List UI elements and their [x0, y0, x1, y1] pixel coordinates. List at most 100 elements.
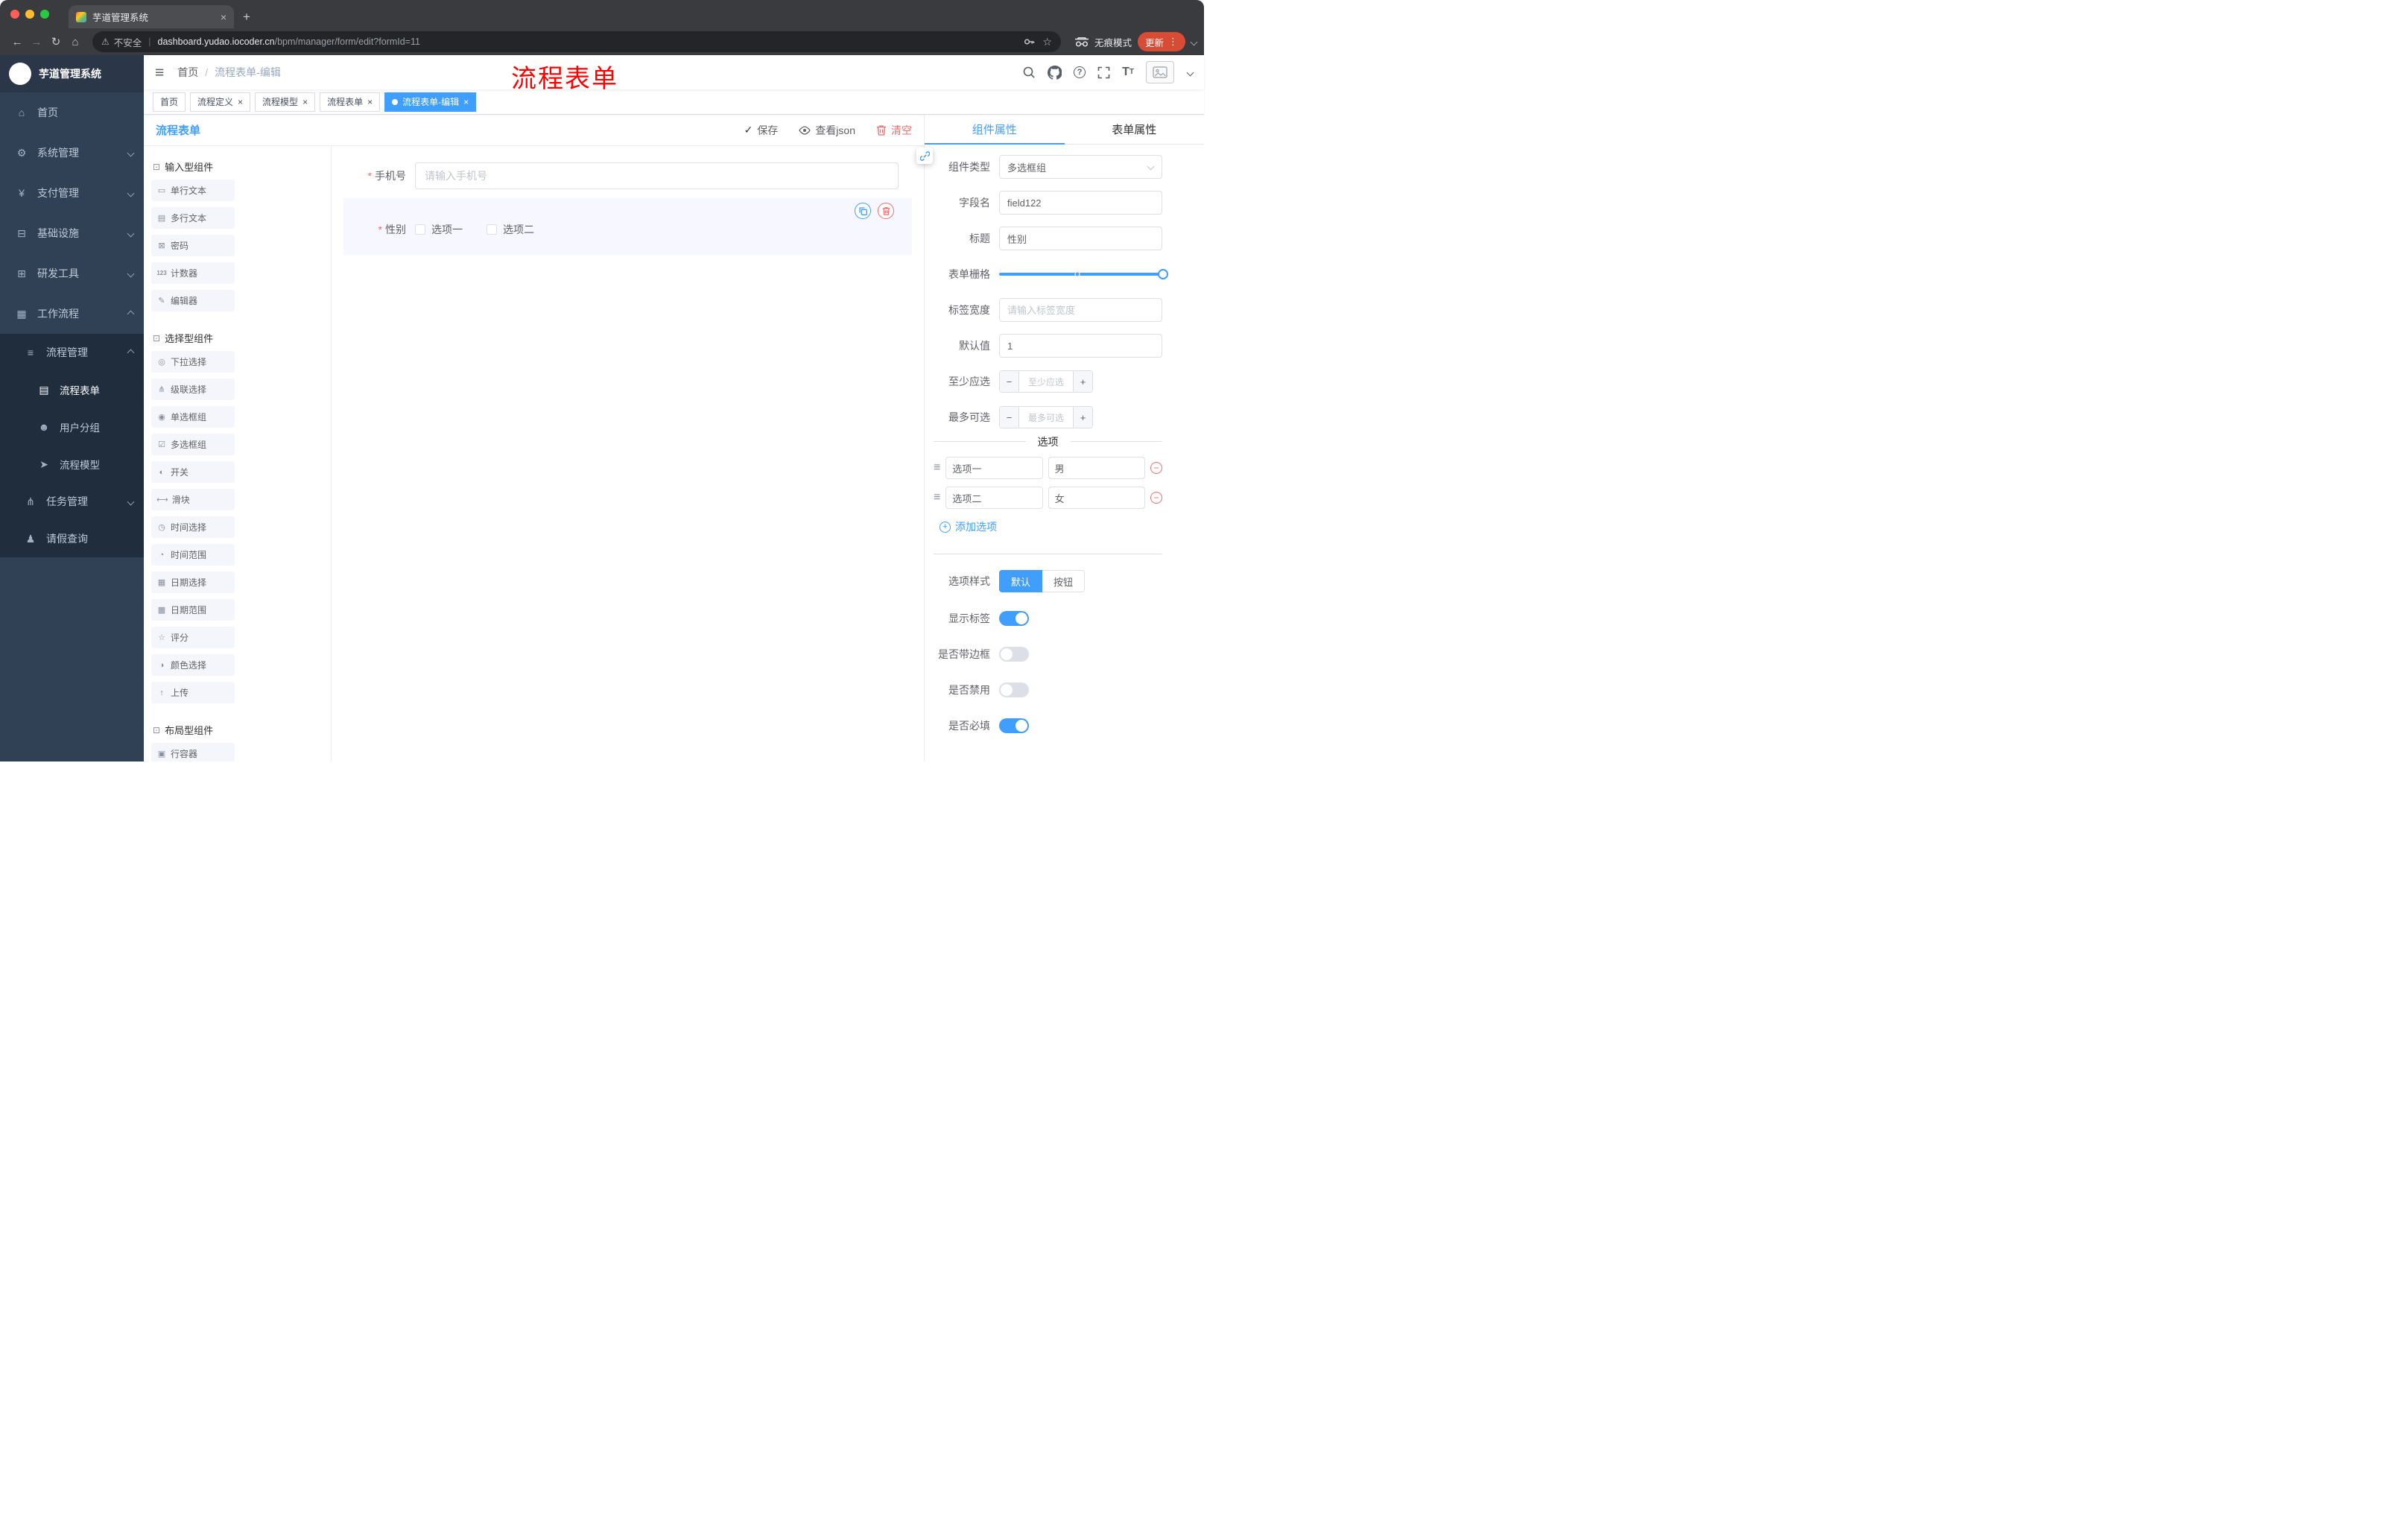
grid-slider[interactable] [999, 269, 1168, 279]
slider-handle[interactable] [1158, 269, 1168, 279]
component-type-select[interactable]: 多选框组 [999, 155, 1162, 179]
disabled-switch[interactable] [999, 683, 1029, 697]
add-option-button[interactable]: + 添加选项 [940, 519, 1162, 534]
tag-process-definition[interactable]: 流程定义 × [190, 92, 251, 112]
tag-process-model[interactable]: 流程模型 × [255, 92, 316, 112]
option-2-label-input[interactable] [945, 487, 1043, 509]
toolbar-chevron-icon[interactable] [1190, 38, 1198, 45]
palette-item-date-picker[interactable]: ▦ 日期选择 [151, 571, 235, 593]
checkbox-icon[interactable] [487, 224, 497, 235]
minimize-window-button[interactable] [25, 10, 34, 19]
view-json-button[interactable]: 查看json [799, 123, 855, 138]
sidebar-item-process-model[interactable]: ➤ 流程模型 [0, 446, 144, 483]
decrease-button[interactable]: − [1000, 371, 1019, 392]
palette-item-switch[interactable]: ◐ 开关 [151, 461, 235, 483]
sidebar-item-user-groups[interactable]: ☻ 用户分组 [0, 408, 144, 446]
sidebar-item-home[interactable]: ⌂ 首页 [0, 92, 144, 133]
back-button[interactable]: ← [7, 32, 27, 51]
tab-component-props[interactable]: 组件属性 [925, 115, 1065, 145]
gender-option-2[interactable]: 选项二 [487, 222, 534, 237]
sidebar-item-system-management[interactable]: ⚙ 系统管理 [0, 133, 144, 173]
tag-close-icon[interactable]: × [238, 98, 243, 107]
palette-item-editor[interactable]: ✎ 编辑器 [151, 290, 235, 311]
palette-item-rate[interactable]: ☆ 评分 [151, 627, 235, 648]
drag-handle-icon[interactable]: ≡ [934, 462, 940, 474]
close-window-button[interactable] [10, 10, 19, 19]
option-style-default-button[interactable]: 默认 [999, 570, 1043, 592]
palette-item-counter[interactable]: 123 计数器 [151, 262, 235, 284]
drag-handle-icon[interactable]: ≡ [934, 492, 940, 504]
browser-menu-icon[interactable]: ⋮ [1168, 36, 1178, 48]
browser-tab[interactable]: 芋道管理系统 × [69, 5, 234, 28]
option-1-value-input[interactable] [1048, 457, 1145, 479]
increase-button[interactable]: + [1073, 407, 1092, 428]
increase-button[interactable]: + [1073, 371, 1092, 392]
save-button[interactable]: ✓ 保存 [744, 123, 779, 138]
sidebar-item-leave-query[interactable]: ♟ 请假查询 [0, 520, 144, 557]
palette-item-cascader[interactable]: ⋔ 级联选择 [151, 379, 235, 400]
selected-gender-component[interactable]: 性别 选项一 选项二 [343, 198, 912, 255]
gender-field-row[interactable]: 性别 选项一 选项二 [343, 222, 899, 237]
tag-close-icon[interactable]: × [367, 98, 373, 107]
phone-input[interactable] [415, 162, 899, 189]
zoom-window-button[interactable] [40, 10, 49, 19]
address-bar[interactable]: ⚠ 不安全 | dashboard.yudao.iocoder.cn/bpm/m… [92, 31, 1061, 52]
default-value-input[interactable] [999, 334, 1162, 358]
fullscreen-icon[interactable] [1097, 66, 1110, 79]
show-label-switch[interactable] [999, 611, 1029, 626]
palette-item-row-container[interactable]: ▣ 行容器 [151, 743, 235, 762]
reload-button[interactable]: ↻ [46, 32, 66, 51]
decrease-button[interactable]: − [1000, 407, 1019, 428]
label-width-input[interactable] [999, 298, 1162, 322]
security-label[interactable]: 不安全 [114, 35, 142, 49]
remove-option-icon[interactable]: − [1150, 462, 1162, 474]
remove-option-icon[interactable]: − [1150, 492, 1162, 504]
palette-item-color-picker[interactable]: ◑ 颜色选择 [151, 654, 235, 676]
github-icon[interactable] [1048, 65, 1062, 80]
sidebar-logo[interactable]: 芋道管理系统 [0, 55, 144, 92]
update-browser-button[interactable]: 更新 ⋮ [1137, 32, 1185, 51]
option-1-label-input[interactable] [945, 457, 1043, 479]
checkbox-icon[interactable] [415, 224, 425, 235]
password-key-icon[interactable] [1023, 36, 1035, 48]
palette-item-multi-line-text[interactable]: ▤ 多行文本 [151, 207, 235, 229]
option-style-button-button[interactable]: 按钮 [1042, 570, 1086, 592]
option-2-value-input[interactable] [1048, 487, 1145, 509]
bookmark-star-icon[interactable]: ☆ [1042, 36, 1052, 48]
tag-close-icon[interactable]: × [302, 98, 308, 107]
palette-item-select[interactable]: ◎ 下拉选择 [151, 351, 235, 373]
palette-item-radio-group[interactable]: ◉ 单选框组 [151, 406, 235, 428]
tag-close-icon[interactable]: × [463, 98, 469, 107]
sidebar-item-dev-tools[interactable]: ⊞ 研发工具 [0, 253, 144, 294]
tag-process-form-edit[interactable]: 流程表单-编辑 × [384, 92, 477, 112]
sidebar-item-task-management[interactable]: ⋔ 任务管理 [0, 483, 144, 520]
avatar-caret-icon[interactable] [1186, 69, 1194, 76]
field-name-input[interactable] [999, 191, 1162, 215]
min-select-value[interactable]: 至少应选 [1019, 371, 1073, 392]
palette-item-slider[interactable]: ⟷ 滑块 [151, 489, 235, 510]
form-canvas[interactable]: 手机号 性别 选项一 选项二 [332, 146, 924, 762]
sidebar-item-infrastructure[interactable]: ⊟ 基础设施 [0, 213, 144, 253]
url-text[interactable]: dashboard.yudao.iocoder.cn/bpm/manager/f… [158, 37, 1019, 47]
phone-field-row[interactable]: 手机号 [343, 162, 912, 189]
tab-close-icon[interactable]: × [221, 11, 226, 23]
hamburger-icon[interactable]: ≡ [155, 65, 164, 80]
border-switch[interactable] [999, 647, 1029, 662]
clear-button[interactable]: 清空 [876, 123, 912, 138]
new-tab-button[interactable]: + [243, 10, 250, 25]
avatar[interactable] [1146, 61, 1174, 83]
title-input[interactable] [999, 227, 1162, 250]
sidebar-item-payment-management[interactable]: ¥ 支付管理 [0, 173, 144, 213]
tag-process-form[interactable]: 流程表单 × [320, 92, 381, 112]
sidebar-item-process-form[interactable]: ▤ 流程表单 [0, 371, 144, 408]
required-switch[interactable] [999, 718, 1029, 733]
tab-form-props[interactable]: 表单属性 [1065, 115, 1205, 144]
tag-home[interactable]: 首页 [153, 92, 186, 112]
palette-item-checkbox-group[interactable]: ☑ 多选框组 [151, 434, 235, 455]
sidebar-item-process-management[interactable]: ≡ 流程管理 [0, 334, 144, 371]
palette-item-upload[interactable]: ↑ 上传 [151, 682, 235, 703]
gender-option-1[interactable]: 选项一 [415, 222, 463, 237]
breadcrumb-home[interactable]: 首页 [177, 65, 198, 80]
font-size-icon[interactable]: TT [1122, 66, 1134, 78]
copy-component-button[interactable] [855, 203, 871, 219]
